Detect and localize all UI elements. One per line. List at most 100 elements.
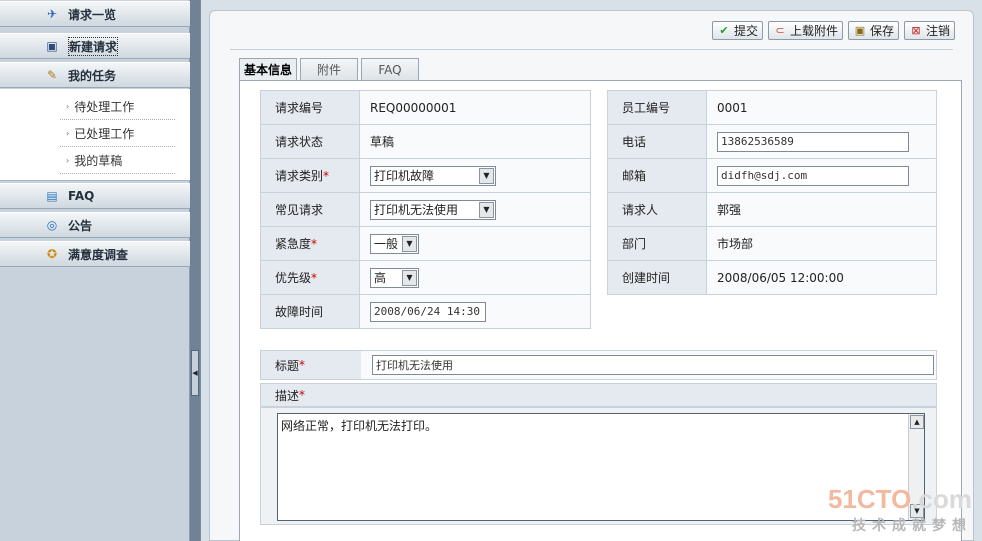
urgency-label-text: 紧急度 — [275, 237, 312, 251]
phone-input[interactable]: 13862536589 — [717, 131, 909, 152]
toolbar: ✔ 提交 ⊂ 上载附件 ▣ 保存 ⊠ 注销 — [711, 21, 955, 40]
fault-time-input[interactable]: 2008/06/24 14:30 — [370, 301, 486, 322]
sidebar-item-label: 我的任务 — [68, 68, 117, 83]
description-label-text: 描述 — [275, 388, 300, 403]
sidebar-item-announcement[interactable]: ◎ 公告 — [0, 212, 190, 238]
chevron-down-icon: ▼ — [479, 201, 494, 218]
divider — [230, 49, 953, 50]
sidebar-subitem-pending[interactable]: › 待处理工作 — [66, 97, 134, 115]
new-request-icon: ▣ — [46, 39, 58, 53]
email-cell: didfh@sdj.com — [706, 158, 937, 193]
watermark-brand: 51CTO — [827, 484, 912, 514]
my-tasks-icon: ✎ — [46, 68, 58, 82]
chevron-down-icon: ▼ — [402, 269, 417, 286]
category-selected-value: 打印机故障 — [374, 169, 435, 183]
urgency-label: 紧急度* — [260, 226, 360, 261]
department-value: 市场部 — [706, 226, 937, 261]
sidebar-item-request-list[interactable]: ✈ 请求一览 — [0, 1, 190, 27]
tab-faq[interactable]: FAQ — [361, 58, 419, 80]
cancel-label: 注销 — [925, 24, 950, 38]
urgency-select[interactable]: 一般 ▼ — [370, 233, 419, 254]
urgency-cell: 一般 ▼ — [359, 226, 591, 261]
email-input[interactable]: didfh@sdj.com — [717, 165, 909, 186]
created-time-value: 2008/06/05 12:00:00 — [706, 260, 937, 295]
sidebar-item-label: 请求一览 — [68, 7, 117, 22]
collapse-sidebar-button[interactable]: ◀ — [191, 350, 199, 396]
bullet-icon: › — [66, 128, 70, 138]
sidebar-item-my-tasks[interactable]: ✎ 我的任务 — [0, 62, 190, 88]
common-request-label: 常见请求 — [260, 192, 360, 227]
requester-value: 郭强 — [706, 192, 937, 227]
sidebar-item-label: FAQ — [68, 189, 95, 203]
sidebar-subitem-label: 我的草稿 — [74, 153, 123, 168]
cancel-button[interactable]: ⊠ 注销 — [903, 21, 955, 40]
required-mark: * — [311, 271, 318, 285]
category-label-text: 请求类别 — [275, 169, 324, 183]
required-mark: * — [299, 388, 306, 402]
sidebar-item-label: 新建请求 — [68, 36, 119, 56]
category-cell: 打印机故障 ▼ — [359, 158, 591, 193]
divider — [60, 173, 175, 174]
title-label: 标题 * — [261, 351, 361, 379]
priority-selected-value: 高 — [374, 271, 387, 285]
sidebar-subitem-drafts[interactable]: › 我的草稿 — [66, 151, 122, 169]
faq-icon: ▤ — [46, 189, 58, 203]
phone-label: 电话 — [607, 124, 707, 159]
tab-attachments[interactable]: 附件 — [300, 58, 358, 80]
sidebar-item-survey[interactable]: ✪ 满意度调查 — [0, 241, 190, 267]
save-icon: ▣ — [854, 24, 866, 37]
title-input[interactable]: 打印机无法使用 — [372, 355, 934, 375]
phone-cell: 13862536589 — [706, 124, 937, 159]
main-area: ✔ 提交 ⊂ 上载附件 ▣ 保存 ⊠ 注销 基本信息 附件 FAQ 请求编号 R… — [201, 0, 982, 541]
status-label: 请求状态 — [260, 124, 360, 159]
save-label: 保存 — [869, 24, 894, 38]
divider — [60, 146, 175, 147]
fault-time-cell: 2008/06/24 14:30 — [359, 294, 591, 329]
sidebar-item-label: 满意度调查 — [68, 247, 129, 262]
employee-no-label: 员工编号 — [607, 90, 707, 125]
common-request-selected-value: 打印机无法使用 — [374, 203, 459, 217]
sidebar-item-faq[interactable]: ▤ FAQ — [0, 183, 190, 209]
sidebar-subitem-label: 待处理工作 — [74, 99, 135, 114]
watermark-slogan: 技术成就梦想 — [852, 518, 972, 534]
urgency-selected-value: 一般 — [374, 237, 399, 251]
submit-button[interactable]: ✔ 提交 — [711, 21, 763, 40]
common-request-cell: 打印机无法使用 ▼ — [359, 192, 591, 227]
status-value: 草稿 — [359, 124, 591, 159]
email-label: 邮箱 — [607, 158, 707, 193]
requester-info-table: 员工编号 0001 电话 13862536589 邮箱 didfh@sdj.co… — [607, 90, 937, 295]
requester-label: 请求人 — [607, 192, 707, 227]
category-select[interactable]: 打印机故障 ▼ — [370, 165, 496, 186]
chevron-down-icon: ▼ — [479, 167, 494, 184]
request-no-label: 请求编号 — [260, 90, 360, 125]
divider — [60, 119, 175, 120]
priority-label: 优先级* — [260, 260, 360, 295]
sidebar-subitem-processed[interactable]: › 已处理工作 — [66, 124, 134, 142]
fault-time-label: 故障时间 — [260, 294, 360, 329]
employee-no-value: 0001 — [706, 90, 937, 125]
announcement-icon: ◎ — [46, 218, 58, 232]
save-button[interactable]: ▣ 保存 — [847, 21, 899, 40]
required-mark: * — [311, 237, 318, 251]
common-request-select[interactable]: 打印机无法使用 ▼ — [370, 199, 496, 220]
request-list-icon: ✈ — [46, 7, 58, 21]
sidebar: ✈ 请求一览 ▣ 新建请求 ✎ 我的任务 › 待处理工作 › 已处理工作 › 我… — [0, 0, 190, 541]
title-label-text: 标题 — [275, 358, 300, 373]
description-label: 描述 * — [260, 383, 937, 407]
watermark-logo: 51CTO.com — [828, 484, 972, 515]
priority-select[interactable]: 高 ▼ — [370, 267, 419, 288]
chevron-down-icon: ▼ — [402, 235, 417, 252]
bullet-icon: › — [66, 155, 70, 165]
sidebar-subitem-label: 已处理工作 — [74, 126, 135, 141]
title-row: 标题 * 打印机无法使用 — [260, 350, 937, 380]
checkmark-icon: ✔ — [719, 24, 729, 37]
tab-basic-info[interactable]: 基本信息 — [239, 58, 297, 80]
category-label: 请求类别* — [260, 158, 360, 193]
sidebar-item-new-request[interactable]: ▣ 新建请求 — [0, 33, 190, 59]
upload-attachment-button[interactable]: ⊂ 上载附件 — [767, 21, 843, 40]
chevron-left-icon: ◀ — [192, 369, 198, 377]
scroll-up-icon[interactable]: ▲ — [910, 415, 924, 429]
sidebar-item-label: 公告 — [68, 218, 93, 233]
upload-label: 上载附件 — [789, 24, 838, 38]
close-icon: ⊠ — [911, 24, 921, 37]
